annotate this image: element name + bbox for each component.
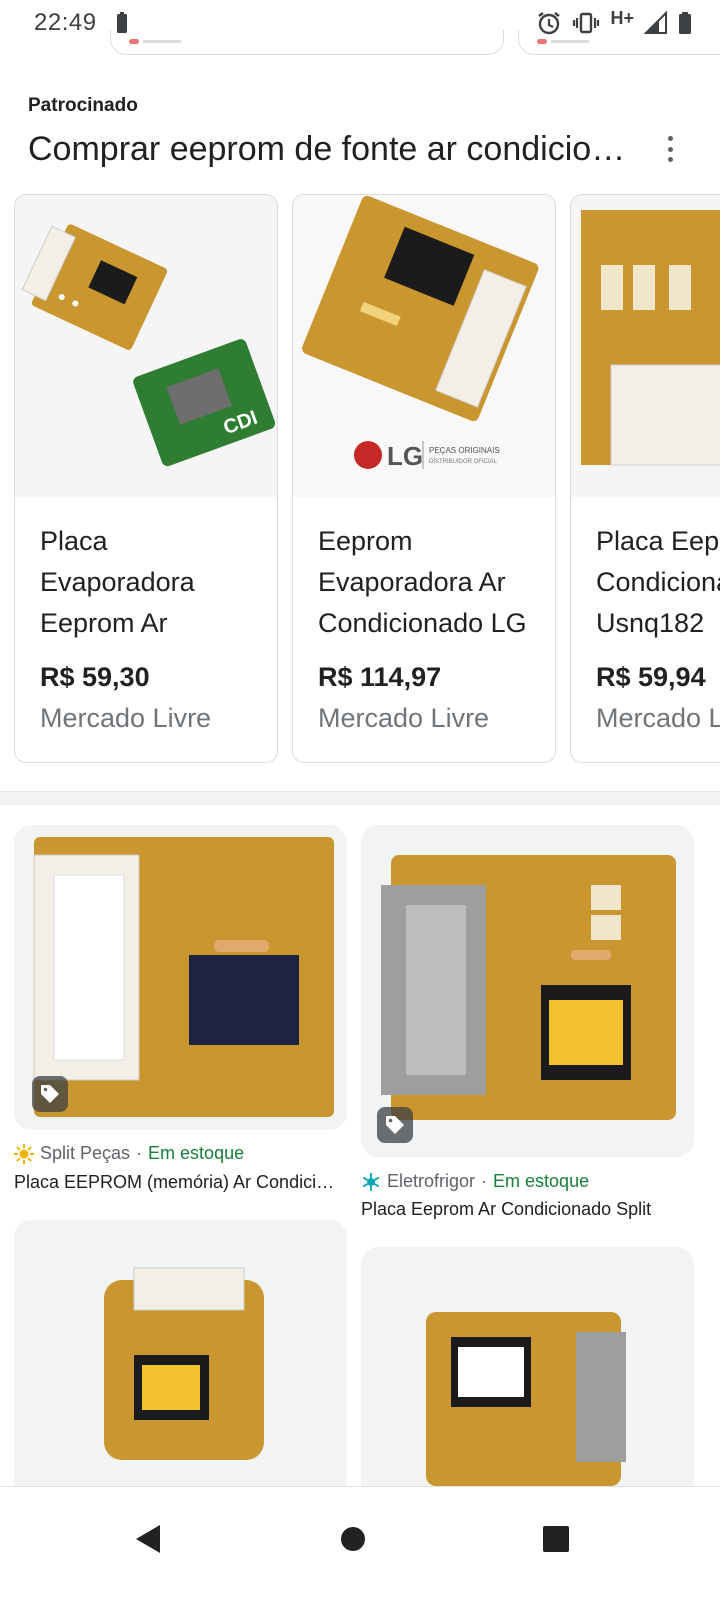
result-availability: Em estoque [148, 1143, 245, 1163]
tag-icon [377, 1107, 413, 1143]
product-carousel[interactable]: CDI Placa Evaporadora Eeprom Ar Condicio… [0, 194, 720, 764]
meta-separator: · [481, 1171, 488, 1191]
result-meta: Split Peças · Em estoque [14, 1143, 244, 1164]
product-title[interactable]: Placa Eeprom Ar Condicionado Usnq182 [596, 521, 720, 644]
previous-card[interactable] [518, 30, 720, 55]
result-availability: Em estoque [493, 1171, 590, 1191]
sun-icon [14, 1143, 34, 1164]
meta-separator: · [136, 1143, 143, 1163]
product-title[interactable]: Placa Evaporadora Eeprom Ar Condicionado [40, 521, 253, 644]
product-price: R$ 114,97 [318, 662, 442, 692]
product-card[interactable]: LG PEÇAS ORIGINAIS DISTRIBUIDOR OFICIAL … [292, 194, 556, 763]
lg-logo: LG [387, 441, 423, 471]
product-price: R$ 59,94 [596, 662, 706, 692]
status-time: 22:49 [34, 9, 97, 36]
product-title[interactable]: Eeprom Evaporadora Ar Condicionado LG [318, 521, 531, 644]
previous-card[interactable] [110, 30, 504, 55]
result-meta: Eletrofrigor · Em estoque [361, 1171, 589, 1192]
section-divider [0, 791, 720, 805]
recents-icon[interactable] [526, 1509, 586, 1569]
result-image[interactable] [14, 1220, 347, 1486]
lg-subtitle: DISTRIBUIDOR OFICIAL [429, 459, 498, 465]
product-store: Mercado Livre [596, 703, 720, 733]
result-title[interactable]: Placa EEPROM (memória) Ar Condicionado [14, 1172, 344, 1193]
sponsored-title: Comprar eeprom de fonte ar condicionado [28, 130, 638, 168]
result-store: Eletrofrigor [387, 1171, 476, 1191]
back-icon[interactable] [118, 1509, 178, 1569]
product-store: Mercado Livre [318, 703, 490, 733]
result-image[interactable] [361, 825, 694, 1157]
kebab-icon[interactable] [655, 132, 685, 166]
product-image: CDI [15, 195, 277, 497]
sponsored-label: Patrocinado [28, 95, 138, 116]
result-store: Split Peças [40, 1143, 131, 1163]
network-type: H+ [610, 7, 634, 28]
result-image[interactable] [14, 825, 347, 1130]
tag-icon [32, 1076, 68, 1112]
result-title[interactable]: Placa Eeprom Ar Condicionado Split [361, 1199, 691, 1220]
product-price: R$ 59,30 [40, 662, 150, 692]
product-card[interactable]: Placa Eeprom Ar Condicionado Usnq182 R$ … [570, 194, 720, 763]
product-card[interactable]: CDI Placa Evaporadora Eeprom Ar Condicio… [14, 194, 278, 763]
result-image[interactable] [361, 1247, 694, 1486]
snowflake-icon [362, 1172, 380, 1191]
product-image: LG PEÇAS ORIGINAIS DISTRIBUIDOR OFICIAL [293, 195, 555, 497]
product-image [571, 195, 720, 497]
product-store: Mercado Livre [40, 703, 212, 733]
lg-tagline: PEÇAS ORIGINAIS [429, 446, 500, 455]
system-nav-bar [0, 1486, 720, 1600]
home-icon[interactable] [323, 1509, 383, 1569]
